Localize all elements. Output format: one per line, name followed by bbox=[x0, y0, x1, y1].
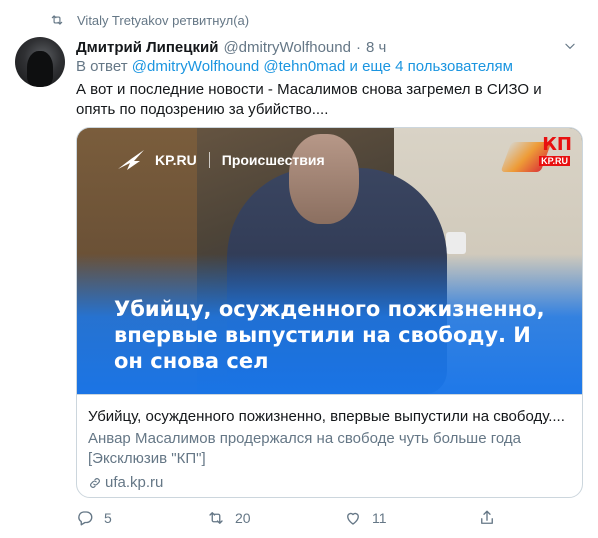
card-brand-name: KP.RU bbox=[155, 152, 197, 168]
card-title: Убийцу, осужденного пожизненно, впервые … bbox=[88, 408, 565, 425]
reply-icon bbox=[78, 511, 93, 526]
card-brand-section: Происшествия bbox=[221, 152, 325, 168]
retweet-icon bbox=[209, 512, 223, 524]
retweet-button[interactable]: 20 bbox=[207, 509, 251, 527]
tweet-actions: 5 20 11 bbox=[76, 508, 526, 528]
author-handle[interactable]: @dmitryWolfhound bbox=[223, 39, 351, 56]
retweet-count: 20 bbox=[235, 510, 251, 526]
like-count: 11 bbox=[372, 510, 387, 526]
link-icon bbox=[90, 478, 100, 488]
avatar[interactable] bbox=[15, 37, 65, 87]
retweet-context: Vitaly Tretyakov ретвитнул(а) bbox=[50, 10, 249, 30]
separator-dot: · bbox=[355, 38, 361, 56]
tweet-text: А вот и последние новости - Масалимов сн… bbox=[76, 81, 542, 118]
card-domain-text: ufa.kp.ru bbox=[105, 474, 164, 491]
chevron-down-icon[interactable] bbox=[563, 39, 577, 53]
card-image-headline: Убийцу, осужденного пожизненно, впервые … bbox=[114, 297, 545, 373]
tweet-time[interactable]: 8 ч bbox=[366, 39, 386, 56]
card-body: Убийцу, осужденного пожизненно, впервые … bbox=[77, 394, 582, 497]
corner-logo-text: КП bbox=[542, 134, 572, 155]
retweet-icon bbox=[51, 15, 63, 25]
share-button[interactable] bbox=[478, 509, 496, 527]
card-brand: KP.RU Происшествия bbox=[117, 149, 325, 171]
card-image: KP.RU Происшествия КП KP.RU Убийцу, осуж… bbox=[77, 128, 582, 394]
author-name[interactable]: Дмитрий Липецкий bbox=[76, 39, 218, 56]
corner-logo-sub: KP.RU bbox=[539, 156, 570, 166]
reply-count: 5 bbox=[104, 510, 112, 526]
card-domain: ufa.kp.ru bbox=[88, 473, 574, 493]
corner-logo: КП KP.RU bbox=[500, 132, 576, 176]
heart-icon bbox=[347, 512, 359, 525]
reply-mentions-link[interactable]: @dmitryWolfhound @tehn0mad и еще 4 польз… bbox=[132, 58, 513, 75]
retweet-context-text[interactable]: Vitaly Tretyakov ретвитнул(а) bbox=[77, 13, 249, 28]
reply-prefix: В ответ bbox=[76, 58, 128, 75]
link-card[interactable]: KP.RU Происшествия КП KP.RU Убийцу, осуж… bbox=[76, 127, 583, 498]
like-button[interactable]: 11 bbox=[344, 509, 387, 527]
card-description: Анвар Масалимов продержался на свободе ч… bbox=[88, 430, 521, 467]
tweet-header: Дмитрий Липецкий @dmitryWolfhound · 8 ч bbox=[76, 37, 583, 57]
kp-bird-logo-icon bbox=[118, 150, 144, 170]
share-icon bbox=[481, 510, 493, 524]
reply-button[interactable]: 5 bbox=[76, 509, 112, 527]
reply-context: В ответ @dmitryWolfhound @tehn0mad и еще… bbox=[76, 58, 513, 75]
